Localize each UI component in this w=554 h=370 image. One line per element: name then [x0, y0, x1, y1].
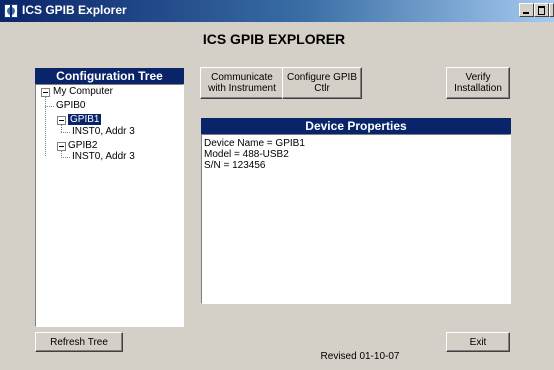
- maximize-icon[interactable]: [534, 3, 549, 17]
- refresh-tree-button[interactable]: Refresh Tree: [35, 332, 123, 352]
- collapse-icon[interactable]: [57, 142, 66, 151]
- tree-item-inst0-gpib2[interactable]: INST0, Addr 3: [72, 151, 135, 163]
- minimize-icon[interactable]: [519, 3, 534, 17]
- config-tree[interactable]: My Computer GPIB0 GPIB1 INST0, Addr 3 GP…: [35, 84, 184, 327]
- window-title: ICS GPIB Explorer: [22, 3, 127, 17]
- collapse-icon[interactable]: [41, 88, 50, 97]
- property-line: Device Name = GPIB1: [204, 138, 305, 149]
- property-line: Model = 488-USB2: [204, 149, 289, 160]
- close-icon[interactable]: [549, 3, 554, 17]
- device-properties-header: Device Properties: [201, 118, 511, 134]
- tree-connector: [45, 96, 46, 156]
- revised-row: Revised 01-10-07: [0, 351, 554, 362]
- tree-item-my-computer[interactable]: My Computer: [53, 86, 113, 98]
- configure-button-label: Configure GPIB Ctlr: [286, 72, 358, 94]
- tree-item-gpib1[interactable]: GPIB1: [68, 114, 102, 126]
- tree-connector: [61, 132, 70, 133]
- communicate-button[interactable]: Communicate with Instrument: [200, 67, 284, 99]
- verify-button-label: Verify Installation: [454, 72, 502, 94]
- tree-item-gpib0[interactable]: GPIB0: [56, 100, 85, 112]
- tree-connector: [61, 157, 70, 158]
- revised-text: Revised 01-10-07: [320, 351, 400, 362]
- communicate-button-label: Communicate with Instrument: [208, 72, 276, 94]
- tree-item-inst0-gpib1[interactable]: INST0, Addr 3: [72, 126, 135, 138]
- app-heading-row: ICS GPIB EXPLORER: [0, 31, 554, 47]
- device-properties-text[interactable]: Device Name = GPIB1 Model = 488-USB2 S/N…: [201, 134, 511, 304]
- app-heading: ICS GPIB EXPLORER: [202, 31, 346, 47]
- tree-item-label: GPIB1: [68, 114, 102, 125]
- tree-connector: [61, 125, 62, 132]
- tree-connector: [45, 106, 54, 107]
- config-tree-header: Configuration Tree: [35, 68, 184, 84]
- main-window: ICS GPIB Explorer ICS GPIB EXPLORER Conf…: [0, 0, 554, 370]
- verify-button[interactable]: Verify Installation: [446, 67, 510, 99]
- collapse-icon[interactable]: [57, 116, 66, 125]
- app-icon[interactable]: [4, 4, 18, 18]
- exit-button[interactable]: Exit: [446, 332, 510, 352]
- property-line: S/N = 123456: [204, 160, 266, 171]
- title-bar[interactable]: ICS GPIB Explorer: [0, 0, 554, 22]
- configure-button[interactable]: Configure GPIB Ctlr: [282, 67, 362, 99]
